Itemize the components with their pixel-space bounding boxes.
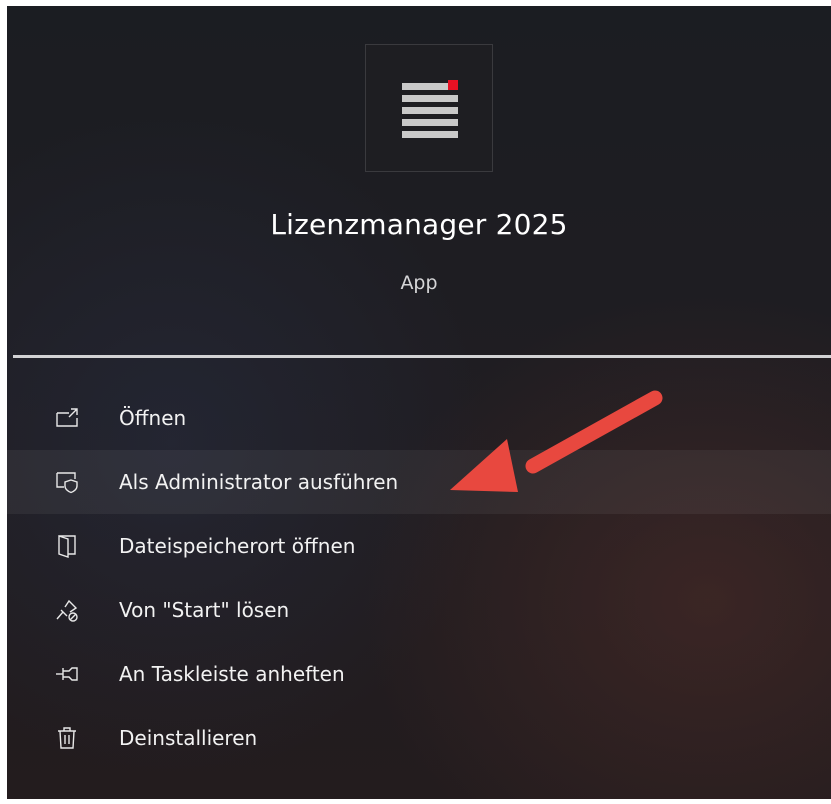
folder-door-icon <box>55 534 79 558</box>
app-title: Lizenzmanager 2025 <box>270 208 568 241</box>
unpin-icon <box>55 598 79 622</box>
menu-item-uninstall[interactable]: Deinstallieren <box>7 706 831 770</box>
menu-item-label: Deinstallieren <box>119 726 258 750</box>
menu-item-label: An Taskleiste anheften <box>119 662 345 686</box>
menu-item-pin-taskbar[interactable]: An Taskleiste anheften <box>7 642 831 706</box>
license-document-icon <box>402 80 458 138</box>
menu-item-label: Öffnen <box>119 406 187 430</box>
menu-item-unpin-start[interactable]: Von "Start" lösen <box>7 578 831 642</box>
menu-item-label: Als Administrator ausführen <box>119 470 399 494</box>
trash-icon <box>55 726 79 750</box>
open-window-icon <box>55 406 79 430</box>
admin-shield-icon <box>55 470 79 494</box>
menu-item-open-file-location[interactable]: Dateispeicherort öffnen <box>7 514 831 578</box>
start-context-menu: Lizenzmanager 2025 App Öffnen Als Admini… <box>7 6 831 799</box>
divider <box>13 355 831 358</box>
app-type-label: App <box>400 272 438 294</box>
menu-item-open[interactable]: Öffnen <box>7 386 831 450</box>
menu-item-run-as-admin[interactable]: Als Administrator ausführen <box>7 450 831 514</box>
pin-taskbar-icon <box>55 662 79 686</box>
menu-item-label: Dateispeicherort öffnen <box>119 534 356 558</box>
menu-item-label: Von "Start" lösen <box>119 598 290 622</box>
context-menu-list: Öffnen Als Administrator ausführen Datei… <box>7 386 831 770</box>
app-tile <box>365 44 493 172</box>
